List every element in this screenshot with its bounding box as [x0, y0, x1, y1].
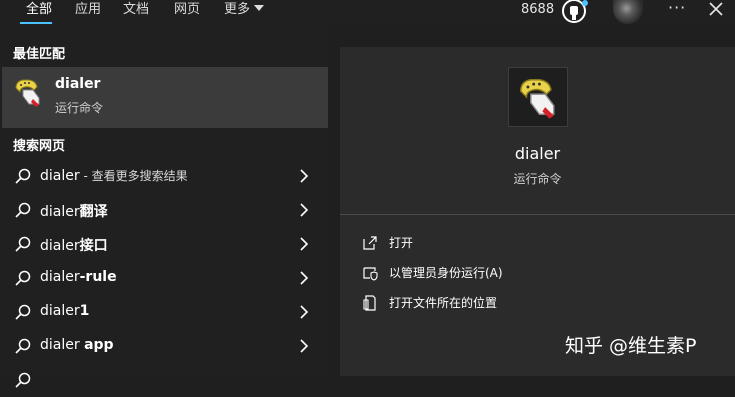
app-icon-tile: [508, 67, 568, 127]
tab-all[interactable]: 全部: [26, 1, 52, 19]
web-suggestion-item[interactable]: dialer - 查看更多搜索结果: [0, 159, 330, 193]
web-suggestion-item[interactable]: dialer翻译: [0, 193, 330, 227]
web-suggestion-item[interactable]: dialer app: [0, 329, 330, 363]
search-icon: [15, 338, 31, 354]
file-location-icon: [363, 295, 376, 311]
tab-more-label: 更多: [224, 2, 251, 17]
shield-admin-icon: [363, 267, 378, 281]
search-icon: [15, 372, 31, 388]
chevron-right-icon: [300, 271, 309, 285]
suggestion-text: dialer-rule: [40, 269, 117, 285]
close-icon[interactable]: [705, 0, 727, 21]
tab-more[interactable]: 更多: [224, 1, 265, 19]
best-match-subtitle: 运行命令: [55, 101, 104, 115]
details-app-type: 运行命令: [513, 172, 562, 186]
chevron-right-icon: [300, 237, 309, 251]
tab-web[interactable]: 网页: [174, 1, 200, 19]
search-icon: [15, 270, 31, 286]
search-icon: [15, 202, 31, 218]
search-icon: [15, 168, 31, 184]
chevron-right-icon: [300, 169, 309, 183]
dialer-phone-icon: [15, 79, 40, 107]
chevron-right-icon: [300, 203, 309, 217]
tab-apps[interactable]: 应用: [75, 1, 101, 19]
top-bar: 全部 应用 文档 网页 更多 8688 ···: [0, 0, 735, 24]
user-avatar[interactable]: [613, 0, 643, 24]
open-action-label: 打开: [389, 236, 414, 250]
suggestion-text: dialer app: [40, 337, 114, 353]
suggestion-text: dialer接口: [40, 238, 108, 254]
caret-down-icon: [254, 5, 265, 11]
details-divider: [340, 214, 735, 215]
open-icon: [363, 236, 377, 250]
open-action[interactable]: 打开: [362, 232, 662, 254]
suggestion-text: dialer1: [40, 303, 90, 319]
best-match-heading: 最佳匹配: [13, 47, 66, 62]
web-suggestion-item[interactable]: dialer接口: [0, 227, 330, 261]
web-suggestion-item[interactable]: dialer1: [0, 295, 330, 329]
web-suggestion-item[interactable]: dialer-rule: [0, 261, 330, 295]
rewards-points[interactable]: 8688: [521, 1, 554, 19]
search-icon: [15, 304, 31, 320]
open-file-location-label: 打开文件所在的位置: [389, 296, 498, 310]
run-as-admin-action[interactable]: 以管理员身份运行(A): [362, 262, 662, 284]
medal-icon[interactable]: [561, 0, 589, 24]
chevron-right-icon: [300, 305, 309, 319]
ellipsis-icon[interactable]: ···: [668, 0, 686, 17]
open-file-location-action[interactable]: 打开文件所在的位置: [362, 292, 662, 314]
suggestion-text: dialer - 查看更多搜索结果: [40, 168, 188, 184]
best-match-name: dialer: [55, 76, 101, 92]
details-panel: dialer 运行命令 打开 以管理员身份运行(A) 打开文件所在的位置 知乎 …: [340, 47, 735, 376]
details-app-name: dialer: [514, 144, 561, 163]
suggestion-text: dialer翻译: [40, 204, 108, 220]
search-icon: [15, 236, 31, 252]
web-search-heading: 搜索网页: [13, 139, 66, 154]
results-panel: 最佳匹配 dialer 运行命令 搜索网页 dialer - 查看更多搜索结果 …: [0, 24, 330, 388]
run-as-admin-label: 以管理员身份运行(A): [389, 266, 503, 280]
tab-documents[interactable]: 文档: [123, 1, 149, 19]
zhihu-watermark: 知乎 @维生素P: [565, 335, 697, 357]
dialer-phone-icon: [520, 79, 555, 119]
web-suggestion-item-partial[interactable]: [0, 363, 330, 397]
chevron-right-icon: [300, 339, 309, 353]
best-match-item[interactable]: dialer 运行命令: [2, 67, 328, 128]
